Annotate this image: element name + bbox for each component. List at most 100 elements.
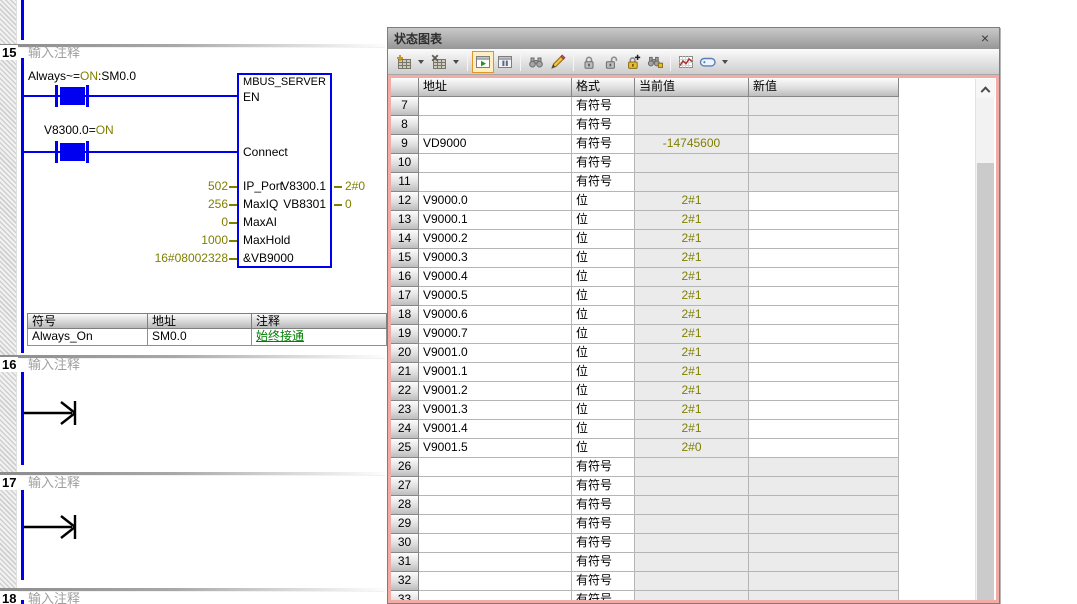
read-all-button[interactable] bbox=[525, 51, 547, 73]
new-value-cell[interactable] bbox=[749, 420, 899, 439]
vertical-scrollbar[interactable] bbox=[975, 79, 994, 601]
new-value-cell[interactable] bbox=[749, 477, 899, 496]
status-chart-titlebar[interactable]: 状态图表 × bbox=[388, 28, 999, 49]
new-value-cell[interactable] bbox=[749, 344, 899, 363]
new-value-cell[interactable] bbox=[749, 154, 899, 173]
output-value-vb8301[interactable]: 0 bbox=[345, 197, 352, 211]
new-value-cell[interactable] bbox=[749, 268, 899, 287]
row-number-cell[interactable]: 9 bbox=[391, 135, 419, 154]
new-value-cell[interactable] bbox=[749, 439, 899, 458]
address-cell[interactable] bbox=[419, 534, 572, 553]
mbus-server-block[interactable]: MBUS_SERVER EN Connect IP_Port MaxIQ Max… bbox=[237, 73, 332, 268]
format-cell[interactable]: 有符号 bbox=[572, 154, 635, 173]
output-value-v8300-1[interactable]: 2#0 bbox=[345, 179, 365, 193]
format-cell[interactable]: 位 bbox=[572, 439, 635, 458]
new-value-cell[interactable] bbox=[749, 306, 899, 325]
format-cell[interactable]: 位 bbox=[572, 211, 635, 230]
param-value-vb9000[interactable]: 16#08002328 bbox=[100, 251, 228, 265]
insert-row-button[interactable] bbox=[393, 51, 415, 73]
row-number-cell[interactable]: 26 bbox=[391, 458, 419, 477]
format-cell[interactable]: 有符号 bbox=[572, 534, 635, 553]
dropdown-arrow-icon[interactable] bbox=[719, 51, 730, 73]
row-number-cell[interactable]: 20 bbox=[391, 344, 419, 363]
scrollbar-thumb[interactable] bbox=[977, 163, 994, 601]
address-cell[interactable]: V9000.6 bbox=[419, 306, 572, 325]
new-value-cell[interactable] bbox=[749, 173, 899, 192]
address-cell[interactable]: V9000.4 bbox=[419, 268, 572, 287]
format-cell[interactable]: 位 bbox=[572, 268, 635, 287]
new-value-cell[interactable] bbox=[749, 553, 899, 572]
param-value-ip-port[interactable]: 502 bbox=[100, 179, 228, 193]
column-header-current-value[interactable]: 当前值 bbox=[635, 78, 749, 97]
address-cell[interactable]: V9000.3 bbox=[419, 249, 572, 268]
column-header-address[interactable]: 地址 bbox=[419, 78, 572, 97]
row-number-cell[interactable]: 14 bbox=[391, 230, 419, 249]
dropdown-arrow-icon[interactable] bbox=[415, 51, 426, 73]
address-cell[interactable] bbox=[419, 477, 572, 496]
row-number-cell[interactable]: 32 bbox=[391, 572, 419, 591]
address-cell[interactable] bbox=[419, 572, 572, 591]
network-comment-16[interactable]: 输入注释 bbox=[28, 358, 80, 372]
new-value-cell[interactable] bbox=[749, 401, 899, 420]
new-value-cell[interactable] bbox=[749, 230, 899, 249]
row-number-cell[interactable]: 33 bbox=[391, 591, 419, 603]
network-number-18[interactable]: 18 bbox=[0, 591, 18, 604]
symbol-address-cell[interactable]: SM0.0 bbox=[148, 329, 252, 346]
force-all-button[interactable] bbox=[622, 51, 644, 73]
new-value-cell[interactable] bbox=[749, 135, 899, 154]
format-cell[interactable]: 有符号 bbox=[572, 572, 635, 591]
row-number-cell[interactable]: 15 bbox=[391, 249, 419, 268]
new-value-cell[interactable] bbox=[749, 534, 899, 553]
new-value-cell[interactable] bbox=[749, 116, 899, 135]
row-number-cell[interactable]: 7 bbox=[391, 97, 419, 116]
address-cell[interactable] bbox=[419, 116, 572, 135]
address-cell[interactable]: V9000.0 bbox=[419, 192, 572, 211]
new-value-cell[interactable] bbox=[749, 325, 899, 344]
param-value-maxiq[interactable]: 256 bbox=[100, 197, 228, 211]
format-cell[interactable]: 位 bbox=[572, 249, 635, 268]
format-cell[interactable]: 有符号 bbox=[572, 496, 635, 515]
symbol-comment-cell[interactable]: 始终接通 bbox=[252, 329, 387, 346]
format-cell[interactable]: 有符号 bbox=[572, 515, 635, 534]
address-cell[interactable] bbox=[419, 173, 572, 192]
row-number-cell[interactable]: 21 bbox=[391, 363, 419, 382]
format-cell[interactable]: 位 bbox=[572, 306, 635, 325]
network-comment-18[interactable]: 输入注释 bbox=[28, 592, 80, 604]
address-cell[interactable]: V9001.1 bbox=[419, 363, 572, 382]
row-number-cell[interactable]: 25 bbox=[391, 439, 419, 458]
param-value-maxhold[interactable]: 1000 bbox=[100, 233, 228, 247]
address-cell[interactable]: V9001.2 bbox=[419, 382, 572, 401]
scroll-up-button[interactable] bbox=[976, 79, 995, 98]
format-cell[interactable]: 位 bbox=[572, 230, 635, 249]
write-all-button[interactable] bbox=[547, 51, 569, 73]
row-number-cell[interactable]: 31 bbox=[391, 553, 419, 572]
network-number-17[interactable]: 17 bbox=[0, 475, 18, 490]
row-number-cell[interactable]: 28 bbox=[391, 496, 419, 515]
format-cell[interactable]: 位 bbox=[572, 420, 635, 439]
row-number-cell[interactable]: 29 bbox=[391, 515, 419, 534]
new-value-cell[interactable] bbox=[749, 572, 899, 591]
unforce-button[interactable] bbox=[600, 51, 622, 73]
format-cell[interactable]: 有符号 bbox=[572, 173, 635, 192]
chart-status-on-button[interactable] bbox=[472, 51, 494, 73]
row-number-cell[interactable]: 12 bbox=[391, 192, 419, 211]
param-value-maxai[interactable]: 0 bbox=[100, 215, 228, 229]
format-cell[interactable]: 位 bbox=[572, 344, 635, 363]
new-value-cell[interactable] bbox=[749, 192, 899, 211]
address-cell[interactable] bbox=[419, 97, 572, 116]
row-number-cell[interactable]: 18 bbox=[391, 306, 419, 325]
row-number-cell[interactable]: 8 bbox=[391, 116, 419, 135]
address-cell[interactable] bbox=[419, 591, 572, 603]
jump-arrow-symbol[interactable] bbox=[24, 513, 82, 541]
delete-row-button[interactable] bbox=[428, 51, 450, 73]
row-number-cell[interactable]: 19 bbox=[391, 325, 419, 344]
address-cell[interactable] bbox=[419, 553, 572, 572]
column-header-new-value[interactable]: 新值 bbox=[749, 78, 899, 97]
format-cell[interactable]: 位 bbox=[572, 401, 635, 420]
address-cell[interactable] bbox=[419, 496, 572, 515]
new-value-cell[interactable] bbox=[749, 363, 899, 382]
close-button[interactable]: × bbox=[977, 31, 993, 47]
row-number-cell[interactable]: 27 bbox=[391, 477, 419, 496]
column-header-format[interactable]: 格式 bbox=[572, 78, 635, 97]
address-cell[interactable]: V9001.0 bbox=[419, 344, 572, 363]
